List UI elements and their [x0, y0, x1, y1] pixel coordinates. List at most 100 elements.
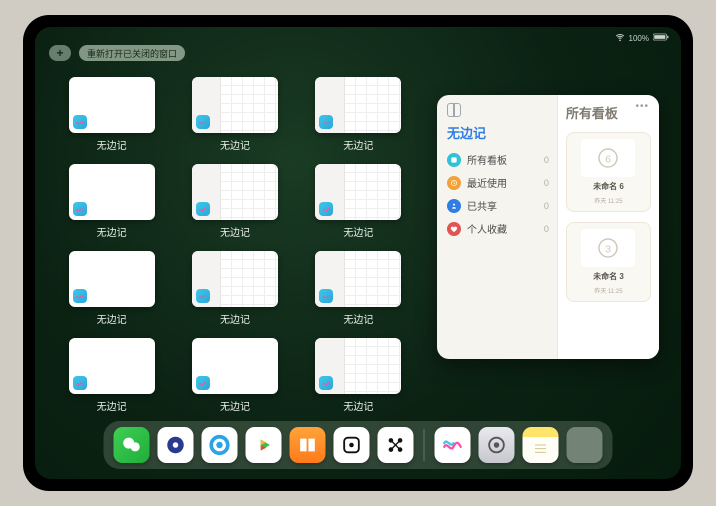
freeform-app-icon — [196, 202, 210, 216]
window-tile-label: 无边记 — [343, 311, 373, 326]
window-tile[interactable]: 无边记 — [188, 251, 281, 326]
nav-item-count: 0 — [544, 224, 549, 234]
reopen-closed-window-button[interactable]: 重新打开已关闭的窗口 — [79, 45, 185, 61]
ipad-screen: 100% + 重新打开已关闭的窗口 无边记无边记无边记无边记无边记无边记无边记无… — [35, 27, 681, 479]
dock-freeform-icon[interactable] — [435, 427, 471, 463]
sidebar-toggle-icon[interactable] — [447, 103, 461, 117]
nav-item-label: 已共享 — [467, 198, 497, 213]
freeform-app-icon — [319, 376, 333, 390]
board-name: 未命名 6 — [593, 181, 624, 192]
dock-graph-icon[interactable] — [378, 427, 414, 463]
dock-browser2-icon[interactable] — [202, 427, 238, 463]
panel-nav-item[interactable]: 已共享 0 — [447, 198, 549, 213]
freeform-app-icon — [73, 115, 87, 129]
svg-text:3: 3 — [606, 244, 612, 256]
svg-text:6: 6 — [606, 154, 612, 166]
window-tile[interactable]: 无边记 — [188, 77, 281, 152]
panel-nav-item[interactable]: 个人收藏 0 — [447, 221, 549, 236]
board-thumb: 6 — [581, 139, 635, 177]
window-tile[interactable]: 无边记 — [65, 164, 158, 239]
nav-item-icon — [447, 153, 461, 167]
nav-item-icon — [447, 199, 461, 213]
nav-item-count: 0 — [544, 201, 549, 211]
dock-main-group — [114, 427, 414, 463]
freeform-app-icon — [319, 115, 333, 129]
board-card[interactable]: 6 未命名 6 昨天 11:25 — [566, 132, 651, 212]
nav-item-count: 0 — [544, 178, 549, 188]
ipad-device-frame: 100% + 重新打开已关闭的窗口 无边记无边记无边记无边记无边记无边记无边记无… — [23, 15, 693, 491]
dock-dice-icon[interactable] — [334, 427, 370, 463]
window-thumb — [315, 164, 401, 220]
window-thumb — [192, 164, 278, 220]
board-name: 未命名 3 — [593, 271, 624, 282]
panel-nav-item[interactable]: 所有看板 0 — [447, 152, 549, 167]
nav-item-icon — [447, 176, 461, 190]
window-tile[interactable]: 无边记 — [312, 251, 405, 326]
freeform-app-icon — [196, 115, 210, 129]
dock-books-icon[interactable] — [290, 427, 326, 463]
window-tile-label: 无边记 — [220, 311, 250, 326]
window-grid: 无边记无边记无边记无边记无边记无边记无边记无边记无边记无边记无边记无边记 — [65, 77, 405, 413]
window-tile-label: 无边记 — [97, 224, 127, 239]
window-thumb — [315, 251, 401, 307]
panel-content: 所有看板 6未命名 6昨天 11:253未命名 3昨天 11:25 — [557, 95, 659, 359]
window-tile-label: 无边记 — [97, 398, 127, 413]
window-tile-label: 无边记 — [220, 224, 250, 239]
dock-folder-icon[interactable] — [567, 427, 603, 463]
freeform-panel[interactable]: ••• 无边记 所有看板0最近使用0已共享0个人收藏0 所有看板 6未命名 6昨… — [437, 95, 659, 359]
dock — [104, 421, 613, 469]
dock-recent-group — [435, 427, 603, 463]
window-tile[interactable]: 无边记 — [65, 251, 158, 326]
dock-browser1-icon[interactable] — [158, 427, 194, 463]
window-tile[interactable]: 无边记 — [312, 77, 405, 152]
window-thumb — [192, 77, 278, 133]
new-window-button[interactable]: + — [49, 45, 71, 61]
status-bar: 100% — [35, 31, 681, 45]
nav-item-count: 0 — [544, 155, 549, 165]
window-thumb — [69, 251, 155, 307]
window-thumb — [69, 77, 155, 133]
panel-menu-icon[interactable]: ••• — [635, 101, 649, 112]
freeform-app-icon — [319, 202, 333, 216]
dock-play-icon[interactable] — [246, 427, 282, 463]
freeform-app-icon — [73, 289, 87, 303]
window-thumb — [315, 338, 401, 394]
dock-wechat-icon[interactable] — [114, 427, 150, 463]
window-thumb — [315, 77, 401, 133]
window-tile[interactable]: 无边记 — [312, 338, 405, 413]
wifi-icon — [615, 32, 625, 44]
window-thumb — [192, 338, 278, 394]
board-card[interactable]: 3 未命名 3 昨天 11:25 — [566, 222, 651, 302]
nav-item-label: 个人收藏 — [467, 221, 507, 236]
battery-text: 100% — [629, 34, 649, 43]
board-list: 6 未命名 6 昨天 11:25 3 未命名 3 昨天 11:25 — [566, 132, 651, 312]
window-tile-label: 无边记 — [343, 224, 373, 239]
window-tile-label: 无边记 — [97, 311, 127, 326]
window-tile[interactable]: 无边记 — [65, 77, 158, 152]
window-tile-label: 无边记 — [220, 398, 250, 413]
board-thumb: 3 — [581, 229, 635, 267]
panel-nav-item[interactable]: 最近使用0 — [447, 175, 549, 190]
board-subtitle: 昨天 11:25 — [594, 286, 622, 295]
window-tile[interactable]: 无边记 — [188, 164, 281, 239]
top-bar: + 重新打开已关闭的窗口 — [49, 45, 185, 61]
nav-item-label: 所有看板 — [467, 152, 507, 167]
nav-item-icon — [447, 222, 461, 236]
freeform-app-icon — [319, 289, 333, 303]
window-tile-label: 无边记 — [343, 398, 373, 413]
window-tile[interactable]: 无边记 — [65, 338, 158, 413]
window-tile-label: 无边记 — [220, 137, 250, 152]
dock-notes-icon[interactable] — [523, 427, 559, 463]
window-tile[interactable]: 无边记 — [312, 164, 405, 239]
window-thumb — [69, 338, 155, 394]
window-thumb — [69, 164, 155, 220]
panel-sidebar: 无边记 所有看板0最近使用0已共享0个人收藏0 — [437, 95, 557, 359]
window-tile-label: 无边记 — [97, 137, 127, 152]
freeform-app-icon — [196, 289, 210, 303]
board-subtitle: 昨天 11:25 — [594, 196, 622, 205]
window-tile[interactable]: 无边记 — [188, 338, 281, 413]
dock-settings-icon[interactable] — [479, 427, 515, 463]
window-thumb — [192, 251, 278, 307]
panel-app-title: 无边记 — [447, 123, 549, 142]
freeform-app-icon — [196, 376, 210, 390]
